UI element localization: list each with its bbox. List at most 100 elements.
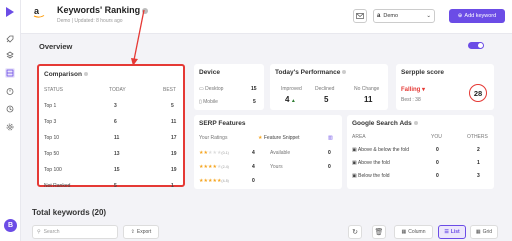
ads-card: Google Search Ads AREA YOU OTHERS ▣ Abov… [347, 115, 494, 189]
available-value: 0 [328, 150, 331, 156]
star-icon: ★ [258, 135, 263, 141]
timer-icon[interactable] [5, 86, 15, 96]
refresh-icon: ↻ [352, 229, 358, 236]
feature-snippet-label: ★ Feature Snippet [258, 135, 300, 141]
comparison-best: 17 [171, 135, 177, 141]
comparison-today: 5 [114, 183, 117, 189]
serpple-title: Serpple score [401, 69, 444, 76]
mail-button[interactable] [353, 9, 367, 23]
serpple-card: Serpple score Falling ▾ Best : 38 28 [396, 64, 494, 110]
toggle-knob [478, 43, 483, 48]
rating-count: 4 [252, 164, 255, 170]
plus-icon: ⊕ [457, 13, 463, 19]
ad-icon: ▣ [352, 147, 357, 153]
comparison-status: Top 50 [44, 151, 60, 157]
list-icon: ☰ [444, 229, 449, 235]
comparison-best: 5 [171, 103, 174, 109]
mail-icon [356, 13, 364, 19]
list-view-button[interactable]: ☰ List [438, 225, 466, 239]
rocket-icon[interactable] [5, 34, 15, 44]
ads-area: ▣ Above & below the fold [352, 147, 410, 153]
column-button[interactable]: ▦ Column [394, 225, 433, 239]
comparison-today: 13 [114, 151, 120, 157]
user-avatar[interactable]: B [4, 219, 17, 232]
available-label: Available [270, 150, 291, 156]
keywords-icon[interactable] [5, 68, 15, 78]
comparison-status: Top 100 [44, 167, 62, 173]
overview-toggle[interactable] [468, 42, 484, 49]
declined-label: Declined [315, 86, 335, 92]
amazon-logo: a [33, 6, 45, 18]
nochange-value: 11 [364, 95, 373, 104]
performance-card: Today's Performance Improved Declined No… [270, 64, 388, 110]
columns-icon: ▦ [401, 229, 407, 235]
rating-stars: ★★★★★(0-1) [199, 150, 229, 156]
your-ratings-label: Your Ratings [199, 135, 228, 141]
comparison-best: 19 [171, 167, 177, 173]
performance-title: Today's Performance [275, 69, 347, 76]
total-keywords-title: Total keywords (20) [32, 208, 107, 217]
layers-icon[interactable] [5, 50, 15, 60]
rating-range: (2-4) [221, 165, 229, 169]
comparison-best: 11 [171, 119, 177, 125]
arrow-up-icon: ▲ [289, 98, 296, 104]
device-title: Device [199, 69, 220, 76]
info-icon[interactable] [83, 72, 88, 77]
desktop-label: ▭ Desktop [199, 86, 224, 92]
improved-label: Improved [281, 86, 302, 92]
comparison-status: Top 1 [44, 103, 57, 109]
rating-count: 4 [252, 150, 255, 156]
comparison-best: 19 [171, 151, 177, 157]
comparison-today: 3 [114, 103, 117, 109]
col-today: TODAY [109, 87, 126, 93]
delete-button[interactable]: 🗑 [372, 225, 386, 239]
col-others: OTHERS [467, 134, 488, 140]
serp-title: SERP Features [199, 120, 246, 127]
ads-you: 0 [436, 147, 439, 153]
comparison-best: 1 [171, 183, 174, 189]
chart-icon[interactable]: ▥ [328, 135, 333, 141]
ad-icon: ▣ [352, 160, 357, 166]
serp-card: SERP Features Your Ratings ★ Feature Sni… [194, 115, 342, 189]
app-logo[interactable] [5, 6, 15, 18]
col-best: BEST [163, 87, 177, 93]
overview-title: Overview [39, 42, 73, 51]
rating-range: (4-5) [221, 179, 229, 183]
ads-you: 0 [436, 160, 439, 166]
rating-stars: ★★★★★(4-5) [199, 178, 229, 184]
desktop-value: 15 [251, 86, 257, 92]
rating-range: (0-1) [221, 151, 229, 155]
nochange-label: No Change [354, 86, 380, 92]
declined-value: 5 [324, 95, 329, 104]
domain-select[interactable]: a Demo ⌄ [373, 9, 435, 23]
info-icon[interactable] [342, 70, 347, 75]
header: a Keywords' Ranking Demo | Updated: 8 ho… [21, 0, 512, 34]
refresh-button[interactable]: ↻ [348, 225, 362, 239]
col-status: STATUS [44, 87, 63, 93]
serpple-best: Best : 38 [401, 97, 421, 103]
search-icon: ⚲ [37, 229, 41, 235]
comparison-today: 11 [114, 135, 120, 141]
grid-view-button[interactable]: ▦ Grid [470, 225, 498, 239]
export-icon: ⇪ [130, 229, 135, 235]
serpple-status: Falling ▾ [401, 87, 426, 93]
export-button[interactable]: ⇪ Export [123, 225, 159, 239]
ads-you: 0 [436, 173, 439, 179]
trash-icon: 🗑 [374, 229, 384, 236]
comparison-card: Comparison STATUS TODAY BEST Top 1 3 5 Top … [37, 64, 185, 189]
comparison-today: 6 [114, 119, 117, 125]
settings-icon[interactable] [5, 122, 15, 132]
comparison-status: Top 10 [44, 135, 60, 141]
amazon-small-icon: a [377, 13, 381, 19]
yours-value: 0 [328, 164, 331, 170]
ads-area: ▣ Above the fold [352, 160, 390, 166]
search-input[interactable]: ⚲ Search [32, 225, 118, 239]
info-icon[interactable] [413, 121, 418, 126]
annotation-arrow [131, 9, 145, 66]
chevron-down-icon: ⌄ [426, 13, 431, 19]
add-keyword-button[interactable]: ⊕ Add keyword [449, 9, 505, 23]
comparison-title: Comparison [44, 71, 88, 78]
comparison-status: Not Ranked [44, 183, 71, 189]
clock-icon[interactable] [5, 104, 15, 114]
device-card: Device ▭ Desktop 15 ▯ Mobile 5 [194, 64, 264, 110]
